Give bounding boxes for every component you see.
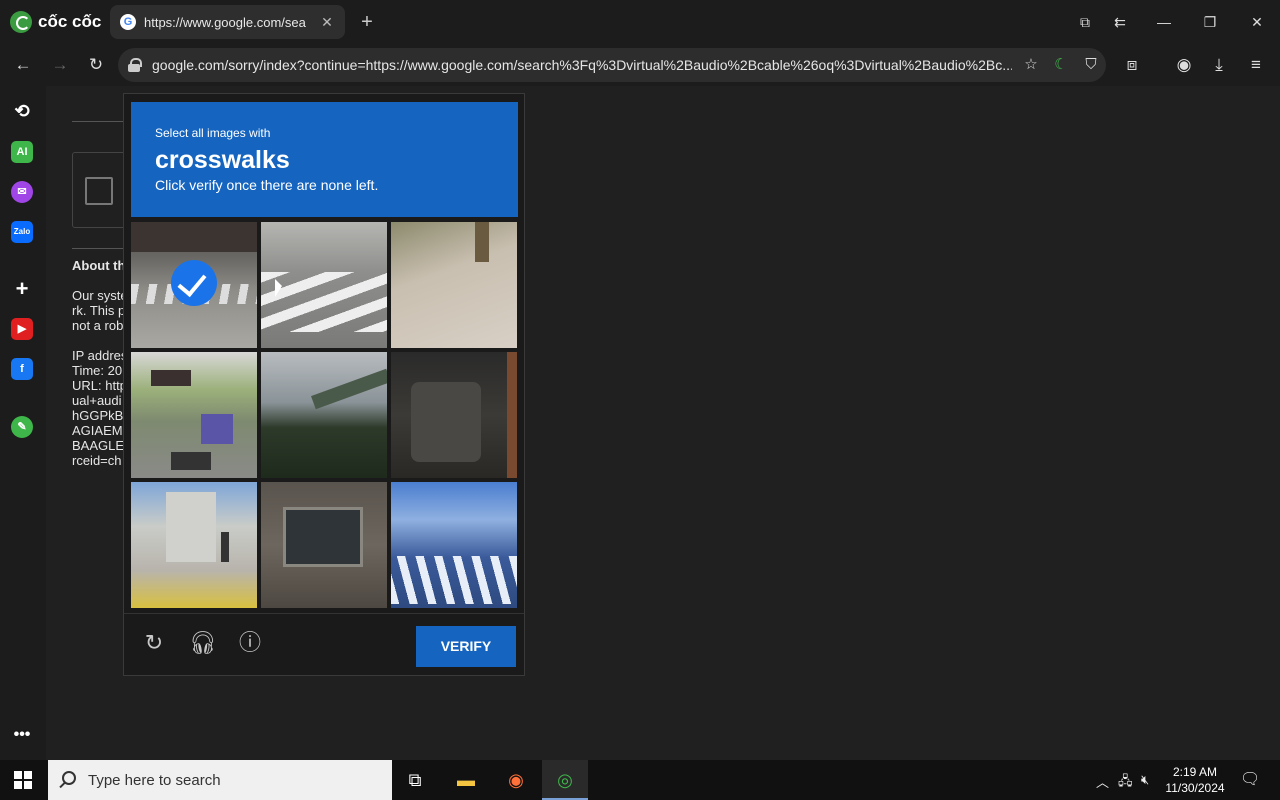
zalo-icon[interactable]: Zalo xyxy=(11,221,33,243)
new-tab-button[interactable]: + xyxy=(355,10,379,34)
captcha-tile-1[interactable] xyxy=(131,222,257,348)
extensions-icon[interactable]: ⧈ xyxy=(1119,52,1145,78)
captcha-footer: ↻ 🎧︎ ⓘ VERIFY xyxy=(124,613,524,675)
tab-google[interactable]: G https://www.google.com/sea ✕ xyxy=(110,5,345,39)
network-icon[interactable]: 🖧︎ xyxy=(1118,772,1133,794)
tile-building xyxy=(166,492,216,562)
tile-tree xyxy=(475,222,489,262)
tile-sign xyxy=(283,507,363,567)
about-heading: About th xyxy=(72,258,126,273)
volume-muted-icon[interactable]: 🔇︎ xyxy=(1141,772,1149,788)
minimize-button[interactable]: — xyxy=(1152,10,1176,34)
tile-traffic-light xyxy=(221,532,229,562)
recaptcha-checkbox[interactable] xyxy=(85,177,113,205)
google-favicon-icon: G xyxy=(120,14,136,30)
audio-challenge-icon[interactable]: 🎧︎ xyxy=(189,630,217,656)
task-view-icon[interactable]: ⧉ xyxy=(392,760,438,800)
system-clock[interactable]: 2:19 AM 11/30/2024 xyxy=(1160,764,1230,796)
reload-button[interactable]: ↻ xyxy=(83,52,109,78)
file-explorer-icon[interactable]: ▬ xyxy=(443,760,489,800)
windows-start-icon[interactable] xyxy=(14,771,32,789)
taskbar-search-input[interactable]: Type here to search xyxy=(48,760,392,800)
tile-sign xyxy=(151,370,191,386)
bookmark-star-icon[interactable]: ☆ xyxy=(1021,55,1041,75)
request-details: IP addres Time: 20 URL: http ual+audi hG… xyxy=(72,348,128,468)
taskbar: Type here to search ⧉ ▬ ◉ ◎ ︿ 🖧︎ 🔇︎ 2:19… xyxy=(0,760,1280,800)
tile-object xyxy=(411,382,481,462)
search-placeholder: Type here to search xyxy=(88,771,221,789)
facebook-icon[interactable]: f xyxy=(11,358,33,380)
restore-button[interactable]: ❐ xyxy=(1198,10,1222,34)
tab-title: https://www.google.com/sea xyxy=(144,14,306,30)
captcha-header: Select all images with crosswalks Click … xyxy=(131,102,518,217)
close-window-button[interactable]: ✕ xyxy=(1245,10,1269,34)
tile-overpass xyxy=(311,368,387,410)
history-icon[interactable]: ⟲ xyxy=(11,100,33,122)
tile-stripes xyxy=(391,556,517,604)
download-icon[interactable]: ⤓ xyxy=(1206,52,1232,78)
navigation-bar: ← → ↻ google.com/sorry/index?continue=ht… xyxy=(0,44,1280,86)
verify-button[interactable]: VERIFY xyxy=(416,626,516,667)
forward-button[interactable]: → xyxy=(47,52,73,78)
title-bar: cốc cốc G https://www.google.com/sea ✕ +… xyxy=(0,0,1280,44)
captcha-prompt: Select all images with xyxy=(155,126,271,140)
about-paragraph: Our syste rk. This p not a rob xyxy=(72,288,128,333)
clock-date: 11/30/2024 xyxy=(1165,781,1225,795)
captcha-tile-4[interactable] xyxy=(131,352,257,478)
browser-brand: cốc cốc xyxy=(10,10,101,34)
more-icon[interactable]: ••• xyxy=(11,724,33,746)
sidebar: ⟲ AI ✉ Zalo + ▶ f ✎ ••• xyxy=(0,86,46,760)
youtube-icon[interactable]: ▶ xyxy=(11,318,33,340)
menu-icon[interactable]: ≡ xyxy=(1243,52,1269,78)
tile-edge xyxy=(507,352,517,478)
search-icon xyxy=(62,771,76,785)
notes-icon[interactable]: ✎ xyxy=(11,416,33,438)
info-icon[interactable]: ⓘ xyxy=(237,630,263,656)
tile-building xyxy=(131,222,257,252)
url-text: google.com/sorry/index?continue=https://… xyxy=(152,57,1012,73)
coccoc-logo-icon xyxy=(10,11,32,33)
back-arrow-icon[interactable]: ⇇ xyxy=(1108,10,1132,34)
ai-icon[interactable]: AI xyxy=(11,141,33,163)
profile-icon[interactable]: ◉ xyxy=(1171,52,1197,78)
notifications-icon[interactable]: 🗨︎ xyxy=(1240,769,1260,789)
screen-capture-icon[interactable]: ⧉ xyxy=(1073,10,1097,34)
brand-name: cốc cốc xyxy=(38,12,102,31)
captcha-tile-9[interactable] xyxy=(391,482,517,608)
tray-chevron-icon[interactable]: ︿ xyxy=(1096,772,1109,791)
tile-bus xyxy=(201,414,233,444)
adblock-shield-icon[interactable]: ⛉ xyxy=(1081,55,1101,75)
captcha-tile-6[interactable] xyxy=(391,352,517,478)
clock-time: 2:19 AM xyxy=(1172,765,1218,779)
captcha-tile-3[interactable] xyxy=(391,222,517,348)
address-bar[interactable]: google.com/sorry/index?continue=https://… xyxy=(118,48,1106,82)
captcha-tile-8[interactable] xyxy=(261,482,387,608)
coccoc-taskbar-icon[interactable]: ◎ xyxy=(542,760,588,800)
captcha-challenge: Select all images with crosswalks Click … xyxy=(123,93,525,676)
lock-icon xyxy=(128,58,142,72)
add-panel-icon[interactable]: + xyxy=(11,278,33,300)
dark-mode-icon[interactable]: ☾ xyxy=(1051,55,1071,75)
captcha-tile-7[interactable] xyxy=(131,482,257,608)
reload-challenge-icon[interactable]: ↻ xyxy=(141,630,167,656)
tab-close-icon[interactable]: ✕ xyxy=(319,14,335,31)
tile-car xyxy=(171,452,211,470)
captcha-target: crosswalks xyxy=(155,146,290,174)
selected-check-icon xyxy=(171,260,217,306)
captcha-tile-5[interactable] xyxy=(261,352,387,478)
firefox-icon[interactable]: ◉ xyxy=(493,760,539,800)
back-button[interactable]: ← xyxy=(10,52,36,78)
messenger-icon[interactable]: ✉ xyxy=(11,181,33,203)
mouse-cursor-icon xyxy=(275,279,282,297)
captcha-instruction: Click verify once there are none left. xyxy=(155,177,379,193)
